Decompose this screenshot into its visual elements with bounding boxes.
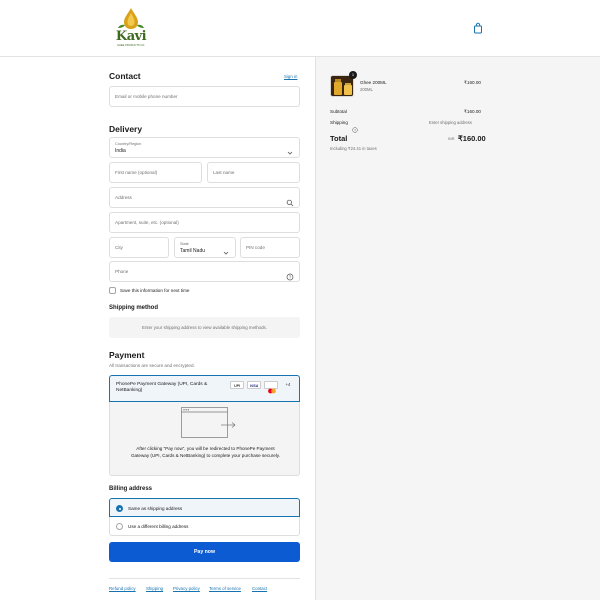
phone-field[interactable]: Phone ? <box>109 261 300 282</box>
first-name-field[interactable]: First name (optional) <box>109 162 202 183</box>
subtotal-label: Subtotal <box>330 109 347 114</box>
save-info-checkbox[interactable] <box>109 287 116 294</box>
payment-redirect-panel: After clicking “Pay now”, you will be re… <box>109 402 300 476</box>
upi-badge-icon: UPI <box>230 381 244 389</box>
shopping-bag-icon[interactable] <box>472 21 484 34</box>
footer-link-terms-of-service[interactable]: Terms of service <box>209 586 241 591</box>
footer-link-shipping[interactable]: Shipping <box>146 586 163 591</box>
state-label: State <box>180 242 189 246</box>
svg-text:?: ? <box>354 128 356 132</box>
delivery-heading: Delivery <box>109 124 143 134</box>
product-price: ₹160.00 <box>464 80 481 85</box>
chevron-down-icon <box>286 144 294 155</box>
city-placeholder: City <box>115 245 123 250</box>
last-name-field[interactable]: Last name <box>207 162 300 183</box>
radio-unselected[interactable] <box>116 523 123 530</box>
billing-same-label: Same as shipping address <box>128 506 183 511</box>
search-icon <box>286 194 294 207</box>
address-placeholder: Address <box>115 195 132 200</box>
footer-link-refund-policy[interactable]: Refund policy <box>109 586 136 591</box>
country-label: Country/Region <box>115 142 142 146</box>
logo-text: Kavi <box>115 29 147 44</box>
shipping-value: Enter shipping address <box>429 120 472 125</box>
payment-option-name: PhonePe Payment Gateway (UPI, Cards & Ne… <box>116 382 208 393</box>
product-name: Ghee 200ML <box>360 80 387 85</box>
mastercard-badge-icon <box>264 381 278 394</box>
shipping-method-heading: Shipping method <box>109 305 158 311</box>
quantity-badge: 1 <box>349 71 357 79</box>
billing-different-label: Use a different billing address <box>128 524 189 529</box>
email-field[interactable]: Email or mobile phone number <box>109 86 300 107</box>
last-name-placeholder: Last name <box>213 170 235 175</box>
apartment-placeholder: Apartment, suite, etc. (optional) <box>115 220 179 225</box>
payment-redirect-text: After clicking “Pay now”, you will be re… <box>130 446 281 458</box>
product-variant: 200ML <box>360 87 373 92</box>
visa-badge-icon: VISA <box>247 381 261 389</box>
phone-placeholder: Phone <box>115 269 129 274</box>
currency-code: INR <box>448 137 455 141</box>
email-placeholder: Email or mobile phone number <box>115 94 178 99</box>
taxes-note: Including ₹24.41 in taxes <box>330 146 377 151</box>
apartment-field[interactable]: Apartment, suite, etc. (optional) <box>109 212 300 233</box>
chevron-down-icon <box>222 244 230 255</box>
pin-code-placeholder: PIN code <box>246 245 265 250</box>
payment-option-phonepe[interactable]: PhonePe Payment Gateway (UPI, Cards & Ne… <box>109 375 300 402</box>
shipping-method-message-box: Enter your shipping address to view avai… <box>109 317 300 338</box>
more-badges-count: +4 <box>285 382 291 387</box>
payment-subtitle: All transactions are secure and encrypte… <box>109 363 195 368</box>
save-info-label: Save this information for next time <box>120 288 190 293</box>
subtotal-value: ₹160.00 <box>464 109 481 114</box>
billing-address-heading: Billing address <box>109 486 153 492</box>
shipping-method-message: Enter your shipping address to view avai… <box>142 325 267 330</box>
browser-redirect-icon <box>181 407 236 439</box>
country-value: India <box>115 148 126 154</box>
logo-subtitle: GHEE PRODUCTS CO. <box>117 44 145 47</box>
pin-code-field[interactable]: PIN code <box>240 237 300 258</box>
ghee-drop-icon <box>118 8 144 29</box>
pay-now-button[interactable]: Pay now <box>109 542 300 562</box>
payment-heading: Payment <box>109 350 145 360</box>
billing-different-option[interactable]: Use a different billing address <box>109 517 300 536</box>
footer-link-contact[interactable]: Contact <box>252 586 267 591</box>
first-name-placeholder: First name (optional) <box>115 170 158 175</box>
header: Kavi GHEE PRODUCTS CO. <box>0 0 600 57</box>
contact-heading: Contact <box>109 71 141 81</box>
country-select[interactable]: Country/Region India <box>109 137 300 158</box>
radio-selected[interactable] <box>116 505 123 512</box>
state-select[interactable]: State Tamil Nadu <box>174 237 236 258</box>
shipping-label: Shipping <box>330 120 348 125</box>
help-icon[interactable]: ? <box>286 268 294 281</box>
total-value: ₹160.00 <box>458 134 486 143</box>
state-value: Tamil Nadu <box>180 248 206 254</box>
footer-divider <box>109 578 300 579</box>
sign-in-link[interactable]: Sign in <box>284 74 297 79</box>
store-logo[interactable]: Kavi GHEE PRODUCTS CO. <box>113 7 149 49</box>
svg-text:?: ? <box>289 275 292 280</box>
city-field[interactable]: City <box>109 237 169 258</box>
help-icon[interactable]: ? <box>352 120 358 133</box>
billing-same-as-shipping-option[interactable]: Same as shipping address <box>109 498 300 517</box>
footer-link-privacy-policy[interactable]: Privacy policy <box>173 586 200 591</box>
total-label: Total <box>330 134 348 143</box>
address-field[interactable]: Address <box>109 187 300 208</box>
